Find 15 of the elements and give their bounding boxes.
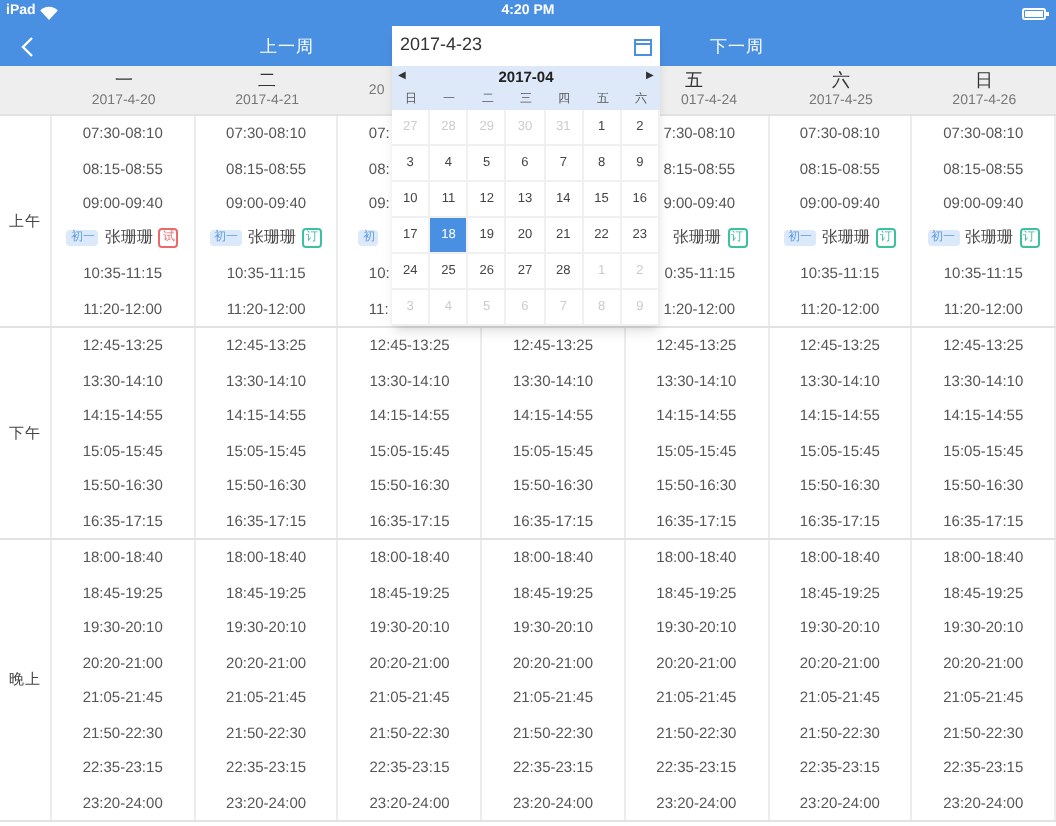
chevron-icon bbox=[19, 35, 33, 57]
battery-icon bbox=[1022, 7, 1050, 19]
weekday-label: 一 bbox=[114, 70, 133, 92]
weekday-label: 六 bbox=[831, 70, 850, 92]
student-name: 张珊珊 bbox=[104, 226, 153, 251]
weekday-label: 日 bbox=[975, 70, 994, 92]
weekday-label: 二 bbox=[258, 70, 277, 92]
student-name: 张珊珊 bbox=[673, 226, 722, 251]
wifi-icon bbox=[39, 6, 58, 20]
date-input[interactable]: 2017-4-23 bbox=[392, 26, 660, 66]
student-name: 张珊珊 bbox=[821, 226, 870, 251]
calendar-icon bbox=[634, 37, 652, 55]
weekday-label: 五 bbox=[685, 70, 706, 92]
student-name: 张珊珊 bbox=[248, 226, 297, 251]
student-name: 张珊珊 bbox=[965, 226, 1014, 251]
